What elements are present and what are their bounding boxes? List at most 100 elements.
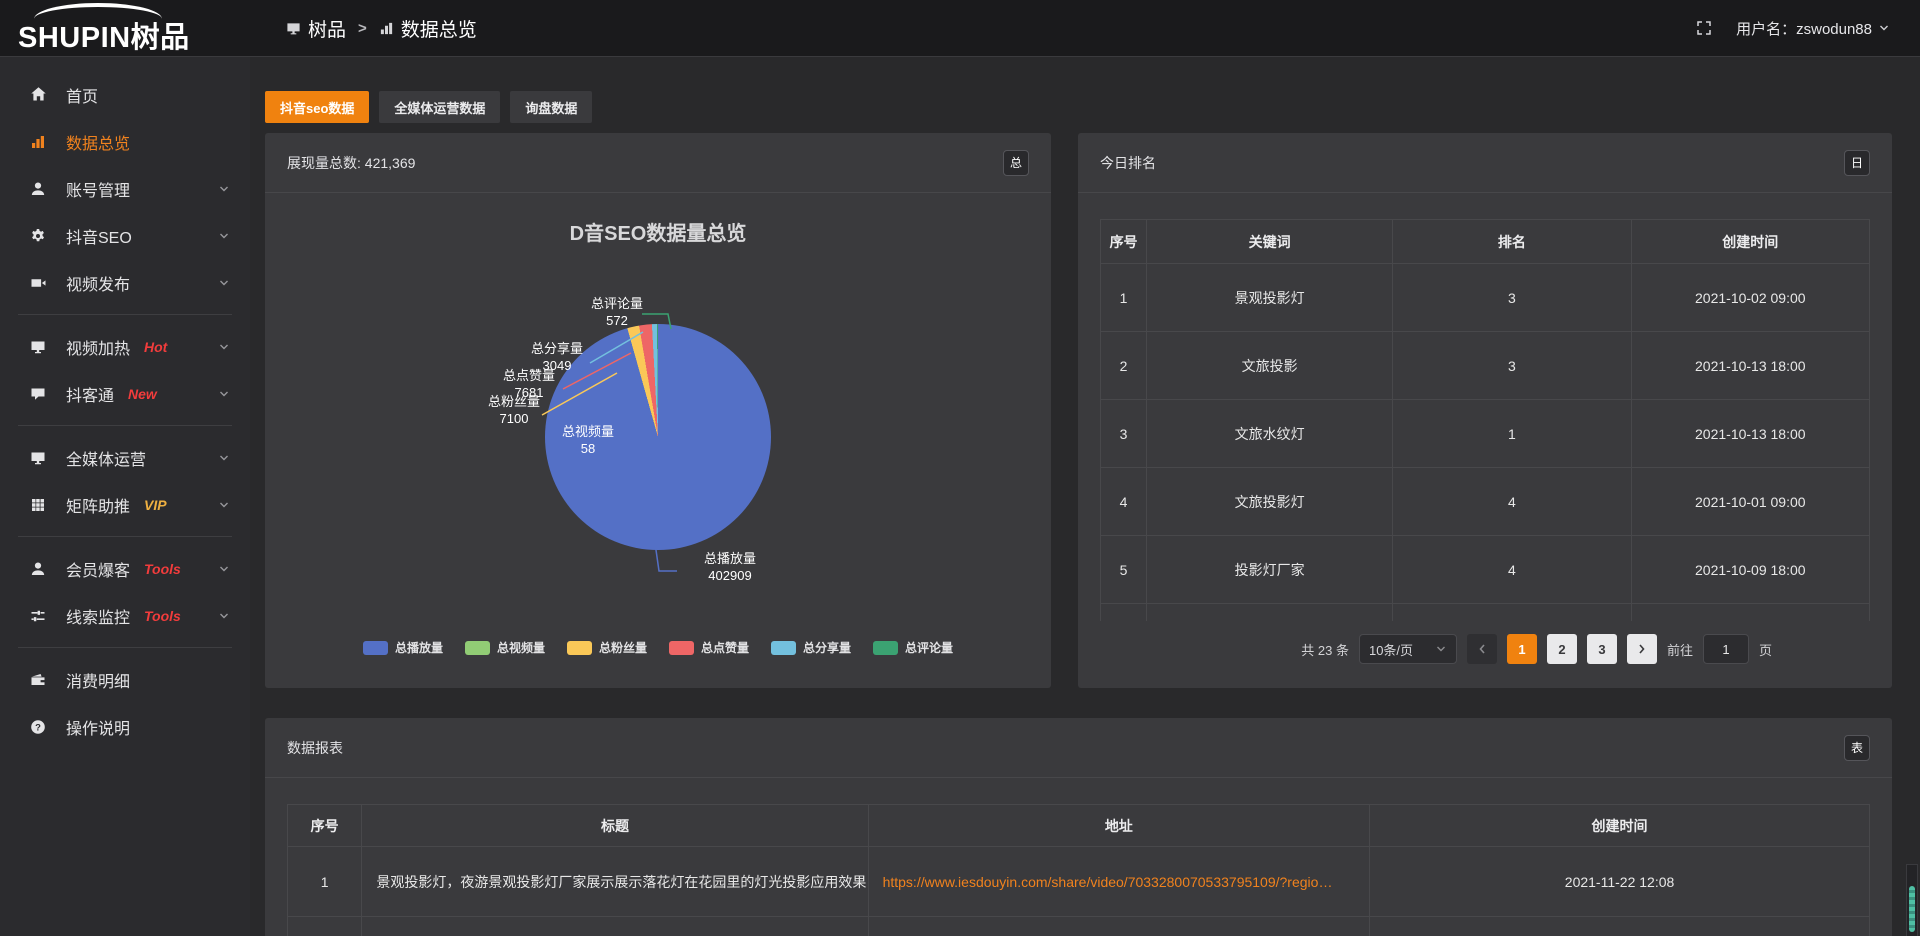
legend-item-总点赞量[interactable]: 总点赞量 — [669, 639, 749, 656]
chevron-down-icon — [218, 452, 230, 464]
breadcrumb-label: 数据总览 — [401, 15, 477, 42]
next-page-button[interactable] — [1627, 634, 1657, 664]
table-cell: 2021-11-22 12:08 — [1370, 847, 1870, 917]
legend-item-总分享量[interactable]: 总分享量 — [771, 639, 851, 656]
data-tabs: 抖音seo数据全媒体运营数据询盘数据 — [265, 91, 1892, 123]
table-cell: 2021-10-13 18:00 — [1631, 400, 1869, 468]
table-cell: 文旅投影 — [1147, 332, 1393, 400]
legend-item-总评论量[interactable]: 总评论量 — [873, 639, 953, 656]
scrollbar-track[interactable] — [1906, 864, 1918, 936]
table-cell: 文旅投影灯 — [1147, 468, 1393, 536]
legend-label: 总播放量 — [395, 639, 443, 656]
chart-title: D音SEO数据量总览 — [265, 217, 1051, 246]
breadcrumb: 树品 > 数据总览 — [286, 15, 477, 42]
legend-item-总粉丝量[interactable]: 总粉丝量 — [567, 639, 647, 656]
breadcrumb-current[interactable]: 数据总览 — [379, 15, 477, 42]
table-cell: 1 — [288, 847, 362, 917]
table-cell: 4 — [1393, 536, 1631, 604]
page-button-2[interactable]: 2 — [1547, 634, 1577, 664]
prev-page-button[interactable] — [1467, 634, 1497, 664]
question-icon: ? — [30, 719, 51, 735]
username-label: 用户名：zswodun88 — [1736, 18, 1872, 39]
comment-icon — [30, 386, 51, 402]
page-button-1[interactable]: 1 — [1507, 634, 1537, 664]
sidebar-item-抖客通[interactable]: 抖客通New — [0, 372, 250, 415]
sidebar-item-会员爆客[interactable]: 会员爆客Tools — [0, 547, 250, 590]
today-ranking-head: 今日排名 日 — [1078, 133, 1892, 193]
grid-icon — [30, 497, 51, 513]
logo-text: SHUPIN树品 — [18, 14, 190, 56]
sidebar-item-首页[interactable]: 首页 — [0, 73, 250, 116]
legend-swatch — [465, 641, 490, 655]
app-root: SHUPIN树品 树品 > 数据总览 用户名：zswodun88 首页数据总览账… — [0, 0, 1920, 936]
partial-row — [288, 917, 1870, 936]
legend-label: 总分享量 — [803, 639, 851, 656]
page-size-select[interactable]: 10条/页 — [1359, 634, 1457, 664]
sidebar-item-账号管理[interactable]: 账号管理 — [0, 167, 250, 210]
table-cell: 3 — [1393, 264, 1631, 332]
sidebar-item-线索监控[interactable]: 线索监控Tools — [0, 594, 250, 637]
sidebar-item-视频加热[interactable]: 视频加热Hot — [0, 325, 250, 368]
sidebar-item-label: 矩阵助推 — [66, 493, 130, 517]
impressions-total-label: 展现量总数: — [287, 155, 361, 171]
legend-item-总视频量[interactable]: 总视频量 — [465, 639, 545, 656]
breadcrumb-separator: > — [358, 20, 367, 37]
table-row: 4文旅投影灯42021-10-01 09:00 — [1101, 468, 1870, 536]
table-cell: 1 — [1393, 400, 1631, 468]
today-ranking-title: 今日排名 — [1100, 153, 1156, 173]
column-header: 序号 — [1101, 220, 1147, 264]
page-size-value: 10条/页 — [1369, 640, 1413, 659]
chevron-down-icon — [218, 277, 230, 289]
sidebar-item-矩阵助推[interactable]: 矩阵助推 VIP — [0, 483, 250, 526]
table-header-row: 序号关键词排名创建时间 — [1101, 220, 1870, 264]
sidebar-item-label: 视频加热 — [66, 335, 130, 359]
chevron-down-icon — [1435, 643, 1447, 655]
user-menu[interactable]: 用户名：zswodun88 — [1736, 18, 1890, 39]
sidebar-item-全媒体运营[interactable]: 全媒体运营 — [0, 436, 250, 479]
tab-全媒体运营数据[interactable]: 全媒体运营数据 — [379, 91, 500, 123]
sidebar-item-label: 首页 — [66, 83, 98, 107]
sidebar-item-数据总览[interactable]: 数据总览 — [0, 120, 250, 163]
sidebar-item-操作说明[interactable]: ?操作说明 — [0, 705, 250, 748]
impressions-total: 展现量总数: 421,369 — [287, 153, 415, 173]
breadcrumb-home[interactable]: 树品 — [286, 15, 346, 42]
total-badge-button[interactable]: 总 — [1003, 150, 1029, 176]
chevron-down-icon — [218, 499, 230, 511]
legend-label: 总视频量 — [497, 639, 545, 656]
sidebar-divider — [18, 536, 232, 537]
legend-swatch — [771, 641, 796, 655]
legend-swatch — [363, 641, 388, 655]
sidebar-item-消费明细[interactable]: 消费明细 — [0, 658, 250, 701]
legend-swatch — [873, 641, 898, 655]
bar-chart-icon — [30, 134, 51, 150]
legend-item-总播放量[interactable]: 总播放量 — [363, 639, 443, 656]
sidebar: 首页数据总览账号管理抖音SEO视频发布视频加热Hot抖客通New全媒体运营矩阵助… — [0, 57, 250, 936]
total-count-label: 共 23 条 — [1301, 640, 1349, 659]
table-cell: 4 — [1393, 468, 1631, 536]
sidebar-item-badge: Tools — [144, 561, 181, 577]
tab-询盘数据[interactable]: 询盘数据 — [510, 91, 592, 123]
page-button-3[interactable]: 3 — [1587, 634, 1617, 664]
bar-chart-icon — [379, 21, 394, 36]
goto-label: 前往 — [1667, 640, 1693, 659]
tab-抖音seo数据[interactable]: 抖音seo数据 — [265, 91, 369, 123]
day-badge-button[interactable]: 日 — [1844, 150, 1870, 176]
sidebar-item-badge: VIP — [144, 497, 167, 513]
chevron-down-icon — [218, 563, 230, 575]
fullscreen-icon[interactable] — [1696, 20, 1712, 36]
sidebar-item-抖音SEO[interactable]: 抖音SEO — [0, 214, 250, 257]
goto-page-input[interactable] — [1703, 634, 1749, 664]
sidebar-item-label: 消费明细 — [66, 668, 130, 692]
scrollbar-thumb[interactable] — [1909, 886, 1915, 932]
sidebar-item-badge: Tools — [144, 608, 181, 624]
chart-legend: 总播放量 总视频量 总粉丝量 总点赞量 总分享量 总评论量 — [265, 639, 1051, 656]
sidebar-item-视频发布[interactable]: 视频发布 — [0, 261, 250, 304]
table-row: 2文旅投影32021-10-13 18:00 — [1101, 332, 1870, 400]
column-header: 创建时间 — [1370, 805, 1870, 847]
link-cell[interactable]: https://www.iesdouyin.com/share/video/70… — [868, 847, 1369, 917]
sidebar-item-label: 数据总览 — [66, 130, 130, 154]
table-badge-button[interactable]: 表 — [1844, 735, 1870, 761]
table-cell: 3 — [1101, 400, 1147, 468]
sidebar-item-label: 账号管理 — [66, 177, 130, 201]
data-report-panel: 数据报表 表 序号标题地址创建时间1景观投影灯，夜游景观投影灯厂家展示展示落花灯… — [265, 718, 1892, 936]
